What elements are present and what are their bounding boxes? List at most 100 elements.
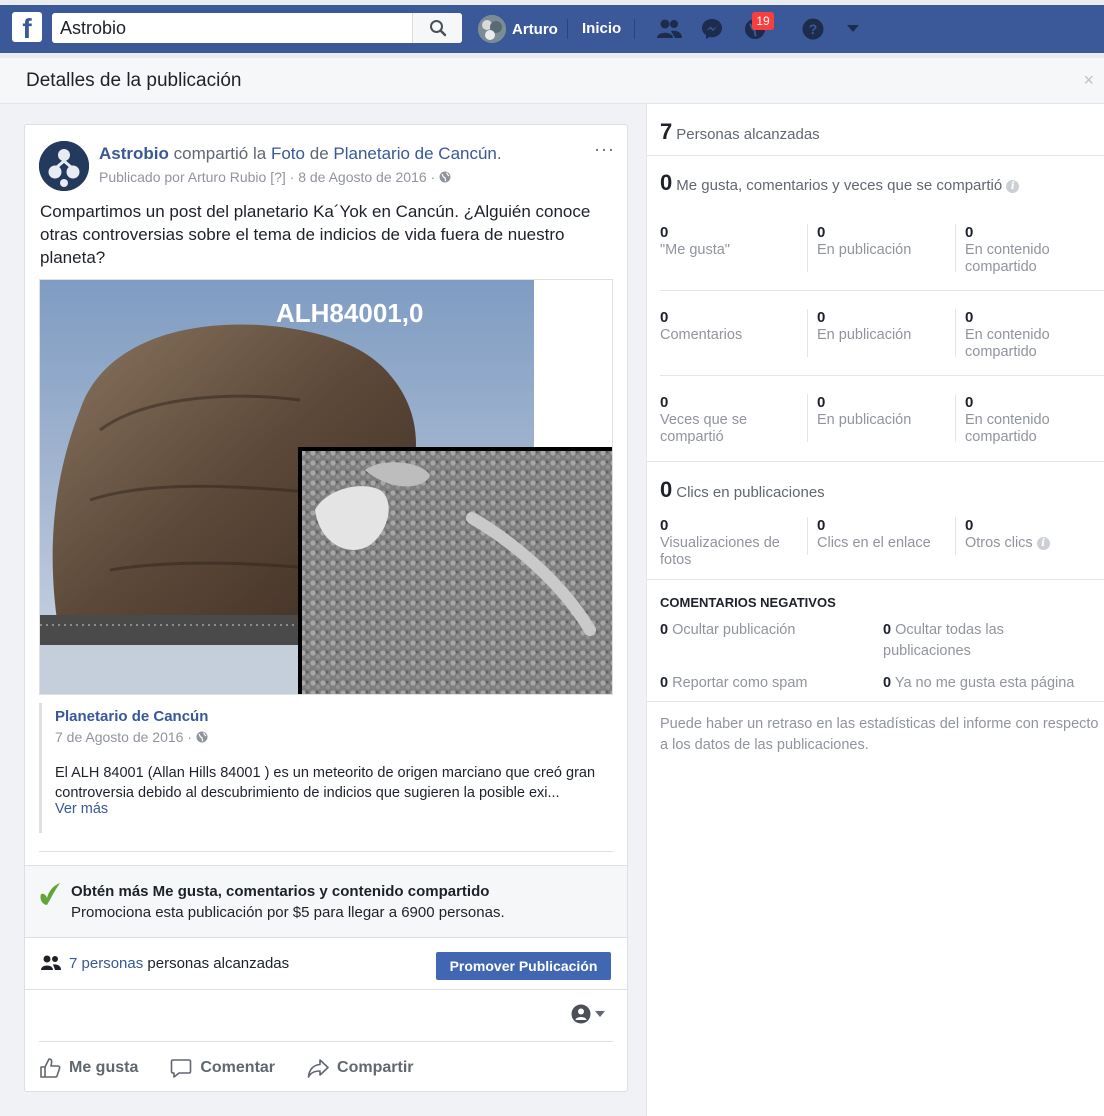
globe-icon (196, 731, 208, 743)
search-button[interactable] (412, 13, 462, 43)
clicks-breakdown-row: 0 Visualizaciones de fotos 0 Clics en el… (647, 517, 1104, 577)
post-insights-panel: 7 Personas alcanzadas 0 Me gusta, comentar… (646, 104, 1104, 1116)
reach-row: 7 personas personas alcanzadas Promover … (25, 938, 627, 990)
stats-disclaimer: Puede haber un retraso en las estadístic… (660, 716, 1099, 753)
photo-link[interactable]: Foto (271, 144, 305, 163)
divider (807, 394, 808, 442)
divider (807, 309, 808, 357)
source-page-link[interactable]: Planetario de Cancún (333, 144, 497, 163)
nav-home-link[interactable]: Inicio (582, 14, 621, 44)
search-input[interactable] (52, 13, 422, 43)
stat-value: 0 (817, 224, 826, 241)
stat-cell: 0 Visualizaciones de fotos (660, 517, 800, 569)
promote-post-button[interactable]: Promover Publicación (436, 952, 611, 980)
facebook-logo-icon[interactable]: f (12, 12, 42, 42)
stat-label: Comentarios (660, 327, 743, 343)
negative-stat: 0 Ya no me gusta esta página (883, 673, 1104, 694)
stat-cell: 0 Veces que se compartió (660, 394, 800, 446)
divider (647, 579, 1104, 580)
promotion-title: Obtén más Me gusta, comentarios y conten… (71, 883, 490, 900)
negative-count: 0 (660, 675, 669, 691)
audience-row (25, 990, 627, 1042)
svg-text:?: ? (809, 21, 818, 37)
post-card: Astrobio compartió la Foto de Planetario… (24, 124, 628, 1092)
stat-cell: 0 En publicación (817, 394, 952, 429)
shared-post-attachment: Planetario de Cancún 7 de Agosto de 2016… (39, 703, 613, 833)
stat-value: 0 (660, 394, 669, 411)
divider (647, 701, 1104, 702)
like-label: Me gusta (69, 1059, 139, 1076)
page-name-link[interactable]: Astrobio (99, 144, 169, 163)
reach-people-link[interactable]: 7 personas (69, 955, 143, 972)
see-more-link[interactable]: Ver más (55, 801, 108, 817)
chevron-down-icon (595, 1011, 605, 1017)
negative-count: 0 (883, 622, 892, 638)
divider (807, 224, 808, 272)
stat-label: En contenido compartido (965, 242, 1050, 275)
audience-selector[interactable] (571, 1004, 605, 1024)
divider (955, 224, 956, 272)
search-icon (429, 20, 446, 37)
of-text: de (309, 144, 329, 163)
page-profile-icon (571, 1004, 591, 1024)
stat-value: 0 (817, 517, 826, 534)
share-label: Compartir (337, 1059, 414, 1076)
user-avatar (478, 15, 506, 43)
stat-label: Otros clics i (965, 535, 1095, 552)
post-header: Astrobio compartió la Foto de Planetario… (99, 144, 502, 164)
negative-label: Reportar como spam (672, 675, 808, 691)
close-icon[interactable]: × (1083, 70, 1094, 91)
stat-label: En contenido compartido (965, 412, 1050, 445)
page-avatar[interactable] (39, 141, 89, 191)
likes-breakdown-row: 0 "Me gusta" 0 En publicación 0 En conte… (647, 224, 1104, 310)
divider (660, 375, 1104, 376)
stat-label: "Me gusta" (660, 242, 730, 258)
stat-cell: 0 En contenido compartido (965, 309, 1085, 361)
negative-label: Ocultar publicación (672, 622, 796, 638)
messenger-icon[interactable] (697, 14, 727, 44)
sample-label-text: ALH84001,0 (276, 298, 423, 328)
stat-cell: 0 "Me gusta" (660, 224, 800, 259)
stat-cell: 0 En publicación (817, 224, 952, 259)
stat-label: En publicación (817, 412, 912, 428)
promotion-box: Obtén más Me gusta, comentarios y conten… (25, 865, 627, 938)
reach-stat-label: Personas alcanzadas (676, 126, 820, 143)
comment-label: Comentar (200, 1059, 276, 1076)
negative-count: 0 (883, 675, 892, 691)
share-button[interactable]: Compartir (307, 1057, 413, 1079)
dialog-header: Detalles de la publicación × (0, 58, 1104, 104)
stat-cell: 0 Otros clics i (965, 517, 1095, 552)
stat-cell: 0 En contenido compartido (965, 224, 1085, 276)
stat-label: En contenido compartido (965, 327, 1050, 360)
stat-label: En publicación (817, 242, 912, 258)
info-icon[interactable]: i (1006, 179, 1020, 193)
nav-divider (567, 19, 568, 39)
reach-label: personas alcanzadas (147, 955, 290, 972)
post-photo[interactable]: ALH84001,0 (39, 279, 613, 695)
post-options-more-icon[interactable]: ··· (594, 139, 615, 160)
friend-requests-icon[interactable] (654, 14, 684, 44)
clicks-stat-label: Clics en publicaciones (676, 484, 825, 501)
stat-value: 0 (817, 309, 826, 326)
nav-profile-link[interactable]: Arturo (478, 14, 558, 44)
post-meta-text: Publicado por Arturo Rubio [?] · 8 de Ag… (99, 169, 436, 185)
dialog-title: Detalles de la publicación (26, 70, 242, 91)
engagement-stat: 0 Me gusta, comentarios y veces que se co… (660, 170, 1020, 196)
attachment-page-link[interactable]: Planetario de Cancún (55, 708, 208, 725)
post-body-text: Compartimos un post del planetario Ka´Yo… (40, 202, 591, 267)
search-box (52, 13, 462, 43)
engagement-count: 0 (660, 170, 673, 195)
info-icon[interactable]: i (1036, 536, 1050, 550)
attachment-date-text: 7 de Agosto de 2016 · (55, 729, 192, 745)
header-period: . (496, 144, 502, 163)
stat-value: 0 (965, 224, 974, 241)
stat-value: 0 (660, 224, 669, 241)
comment-button[interactable]: Comentar (170, 1057, 275, 1079)
promotion-subtitle: Promociona esta publicación por $5 para … (71, 904, 505, 921)
help-icon[interactable]: ? (798, 14, 828, 44)
nav-divider (634, 19, 635, 39)
account-menu-chevron-down-icon[interactable] (838, 14, 868, 44)
reach-stat: 7 Personas alcanzadas (660, 119, 820, 145)
comment-icon (171, 1059, 192, 1078)
like-button[interactable]: Me gusta (39, 1057, 138, 1079)
